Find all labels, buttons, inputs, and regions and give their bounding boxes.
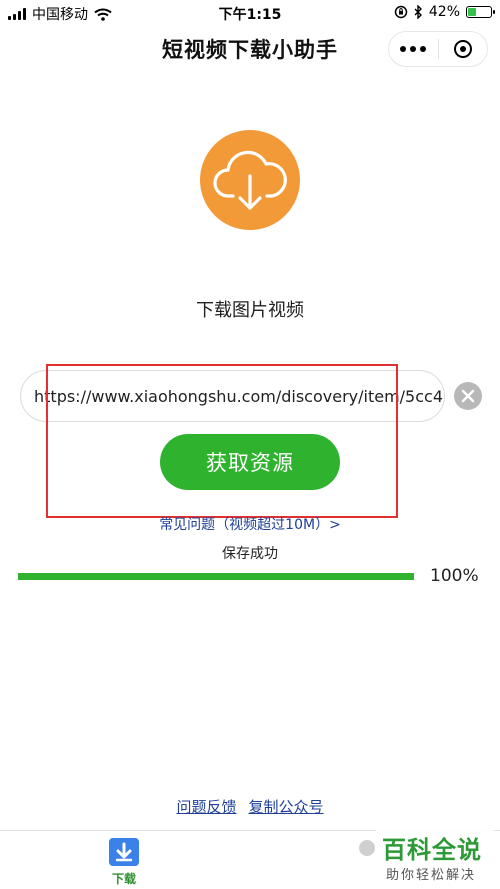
status-bar: 中国移动 下午1:15 42% <box>0 0 500 26</box>
tab-download[interactable]: 下载 <box>100 835 148 887</box>
status-right: 42% <box>394 4 495 20</box>
battery-icon <box>466 6 495 18</box>
close-mini-program-button[interactable] <box>439 32 488 66</box>
copy-account-link[interactable]: 复制公众号 <box>249 796 324 817</box>
mini-program-capsule <box>388 31 488 67</box>
more-dots-icon <box>400 46 427 52</box>
feedback-link[interactable]: 问题反馈 <box>176 796 236 817</box>
battery-percent: 42% <box>428 4 460 20</box>
subtitle: 下载图片视频 <box>196 300 304 321</box>
battery-level <box>468 8 477 16</box>
app-logo <box>200 130 300 230</box>
tab-download-label: 下载 <box>111 872 136 886</box>
watermark: 百科全说 助你轻松解决 <box>376 828 494 888</box>
cloud-download-icon <box>213 150 287 210</box>
bluetooth-icon <box>414 5 422 19</box>
clear-input-button[interactable] <box>454 382 482 410</box>
save-status: 保存成功 <box>222 546 278 562</box>
download-box-icon <box>109 838 139 866</box>
url-input[interactable] <box>20 370 445 422</box>
progress-fill <box>18 573 414 580</box>
target-circle-icon <box>453 40 472 58</box>
fetch-resource-button[interactable]: 获取资源 <box>160 434 340 490</box>
chat-bubble-icon <box>359 840 375 856</box>
footer-links: 问题反馈 复制公众号 <box>0 796 500 817</box>
faq-link[interactable]: 常见问题（视频超过10M）> <box>0 514 500 534</box>
more-button[interactable] <box>389 32 438 66</box>
tab-secondary[interactable] <box>356 835 378 863</box>
progress-bar <box>18 573 414 580</box>
orientation-lock-icon <box>394 5 408 19</box>
progress-percent: 100% <box>430 566 479 586</box>
watermark-title: 百科全说 <box>382 836 482 864</box>
watermark-subtitle: 助你轻松解决 <box>386 868 477 883</box>
clear-x-icon <box>461 389 475 403</box>
